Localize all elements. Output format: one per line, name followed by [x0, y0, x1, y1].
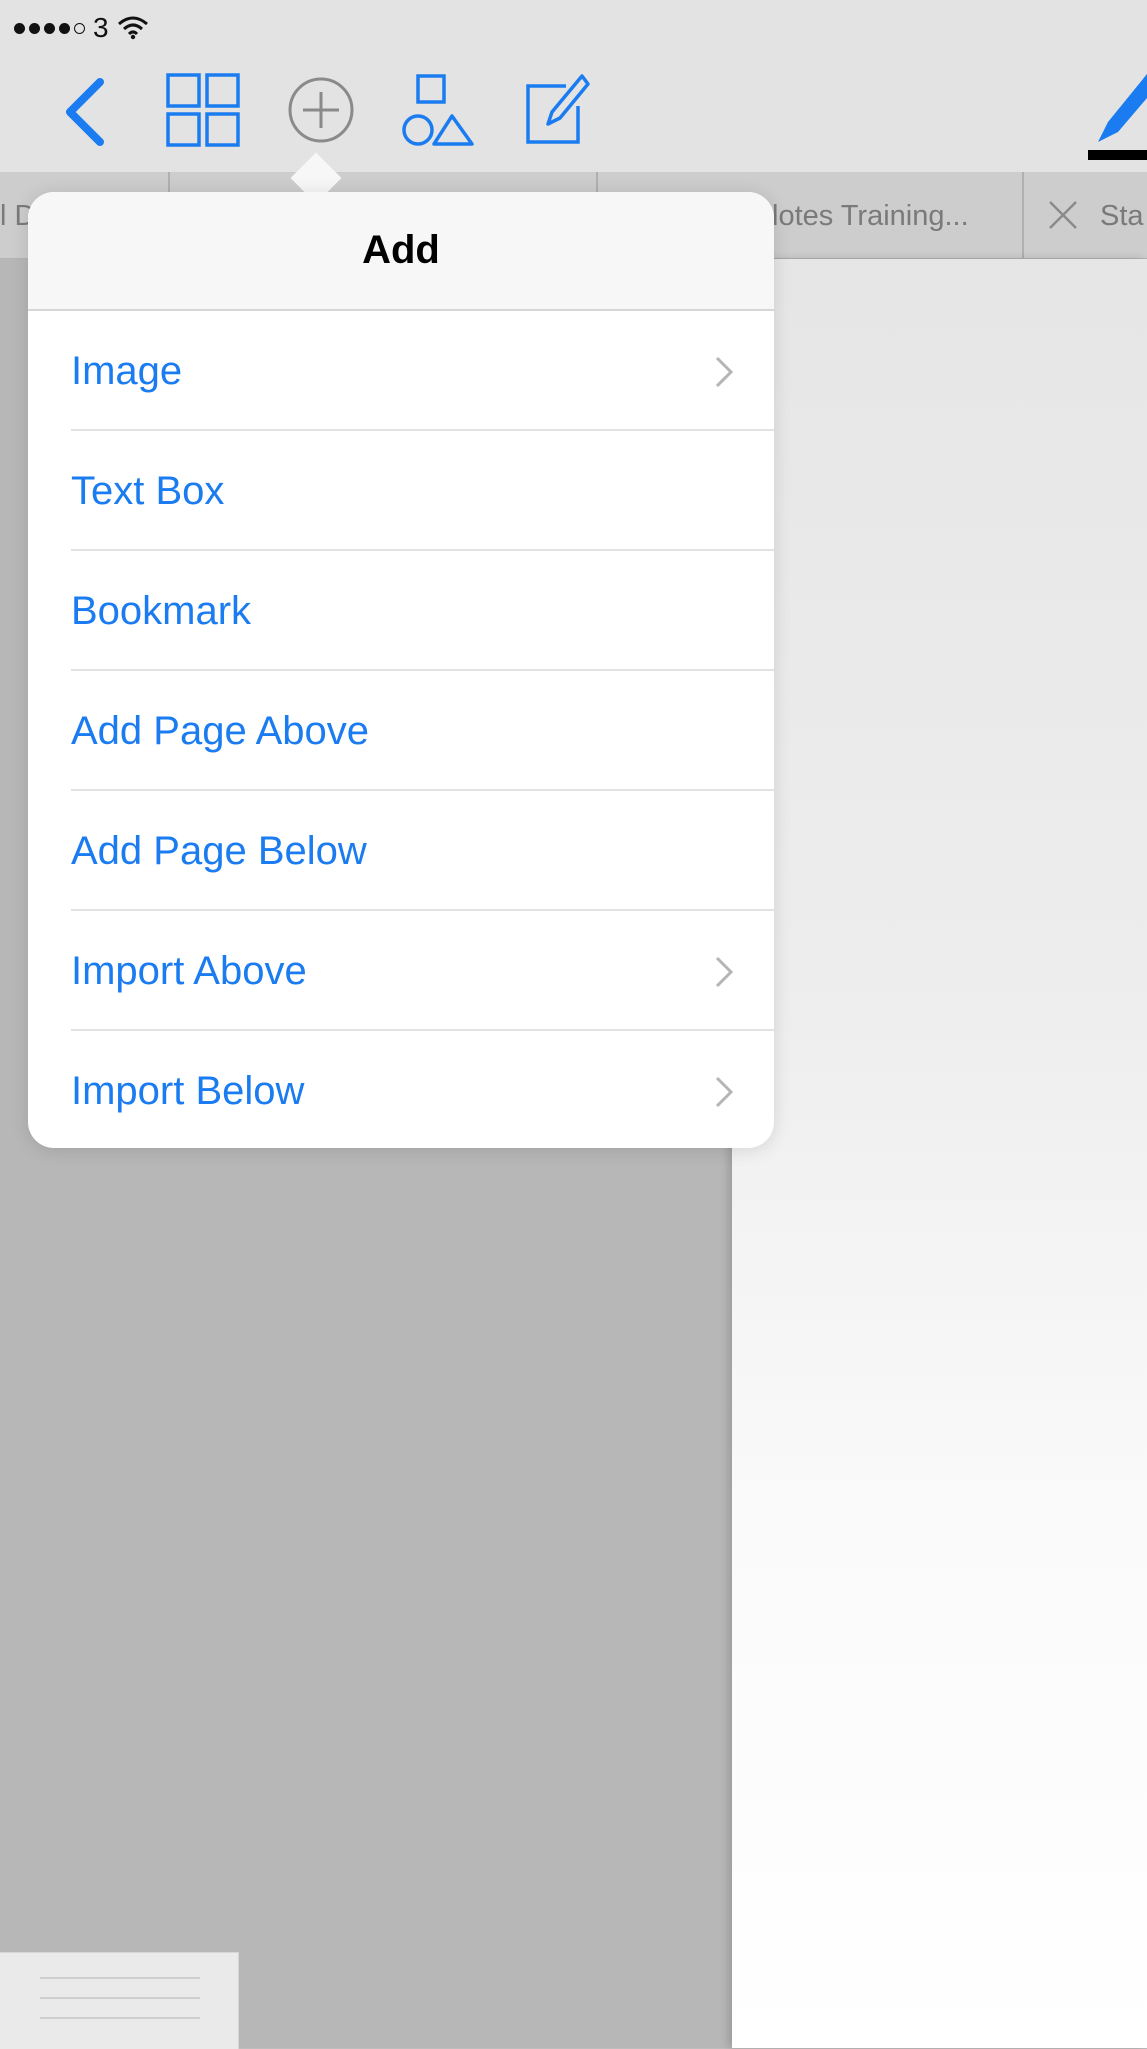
top-bar: 3	[0, 0, 1147, 172]
signal-strength-icon	[14, 22, 85, 34]
menu-item-import-above[interactable]: Import Above	[28, 911, 774, 1031]
shapes-icon[interactable]	[400, 72, 476, 148]
chevron-right-icon	[714, 355, 734, 394]
compose-icon[interactable]	[522, 72, 590, 148]
status-bar: 3	[14, 8, 149, 48]
tab-4[interactable]: Sta	[1100, 200, 1144, 233]
menu-item-label: Text Box	[71, 468, 225, 513]
menu-item-text-box[interactable]: Text Box	[28, 431, 774, 551]
carrier-name: 3	[93, 12, 109, 43]
back-chevron-icon[interactable]	[60, 72, 112, 152]
pen-selected-indicator	[1088, 150, 1147, 160]
menu-item-import-below[interactable]: Import Below	[28, 1031, 774, 1148]
menu-item-label: Import Below	[71, 1068, 305, 1113]
menu-item-label: Image	[71, 348, 183, 393]
tab-3[interactable]: lotes Training...	[772, 200, 969, 233]
grid-view-icon[interactable]	[165, 72, 241, 148]
menu-item-add-page-above[interactable]: Add Page Above	[28, 671, 774, 791]
menu-item-label: Add Page Below	[71, 828, 367, 873]
page-thumbnail[interactable]	[0, 1952, 239, 2049]
menu-item-label: Bookmark	[71, 588, 252, 633]
chevron-right-icon	[714, 1075, 734, 1114]
menu-item-bookmark[interactable]: Bookmark	[28, 551, 774, 671]
add-circle-icon[interactable]	[286, 72, 356, 148]
popover-title: Add	[362, 228, 440, 272]
popover-header: Add	[28, 192, 774, 311]
menu-item-image[interactable]: Image	[28, 311, 774, 431]
document-page[interactable]	[732, 259, 1147, 2048]
tab-close-icon[interactable]	[1046, 198, 1080, 237]
menu-item-label: Import Above	[71, 948, 307, 993]
pen-icon[interactable]	[1092, 64, 1147, 144]
chevron-right-icon	[714, 955, 734, 994]
menu-item-add-page-below[interactable]: Add Page Below	[28, 791, 774, 911]
wifi-icon	[117, 16, 149, 40]
add-popover: Add Image Text Box Bookmark Add Page Abo…	[28, 192, 774, 1148]
menu-item-label: Add Page Above	[71, 708, 370, 753]
